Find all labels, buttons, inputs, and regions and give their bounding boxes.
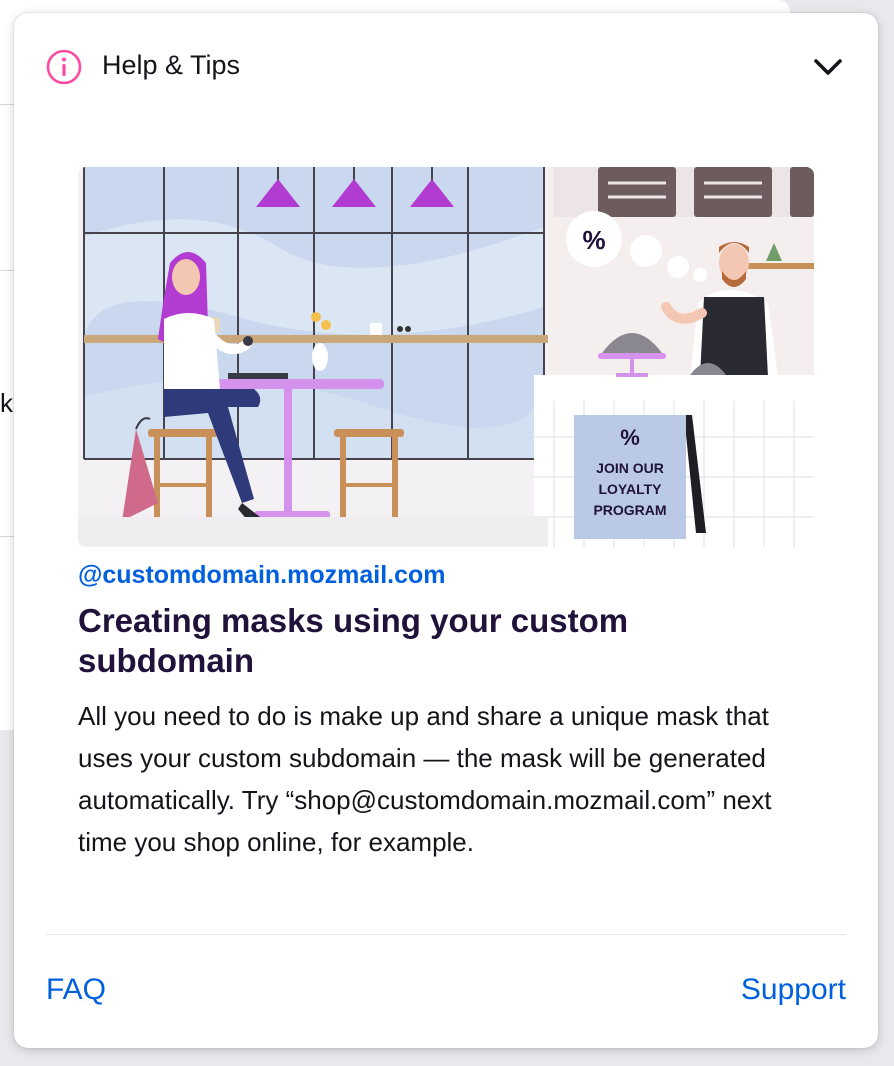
bubble-percent: % (582, 225, 605, 255)
sign-percent: % (620, 425, 640, 450)
sign-line-2: LOYALTY (598, 481, 662, 497)
help-tips-panel: Help & Tips % % JOIN OUR LOYALTY PROGRAM… (14, 13, 878, 1048)
tip-title: Creating masks using your custom subdoma… (78, 602, 629, 679)
tip-body: All you need to do is make up and share … (78, 701, 772, 857)
sign-line-3: PROGRAM (593, 502, 666, 518)
background-divider (0, 104, 14, 105)
panel-title: Help & Tips (102, 50, 241, 80)
panel-header[interactable]: Help & Tips (14, 13, 878, 121)
chevron-down-icon[interactable] (812, 53, 844, 79)
tip-illustration: % % JOIN OUR LOYALTY PROGRAM (78, 167, 814, 547)
support-link[interactable]: Support (741, 973, 846, 1007)
background-text: k (0, 388, 13, 418)
background-divider (0, 270, 14, 271)
info-icon (46, 49, 82, 85)
sign-line-1: JOIN OUR (596, 460, 664, 476)
background-divider (0, 536, 14, 537)
tip-domain: @customdomain.mozmail.com (78, 561, 446, 589)
footer-divider (46, 934, 846, 935)
faq-link[interactable]: FAQ (46, 973, 106, 1007)
